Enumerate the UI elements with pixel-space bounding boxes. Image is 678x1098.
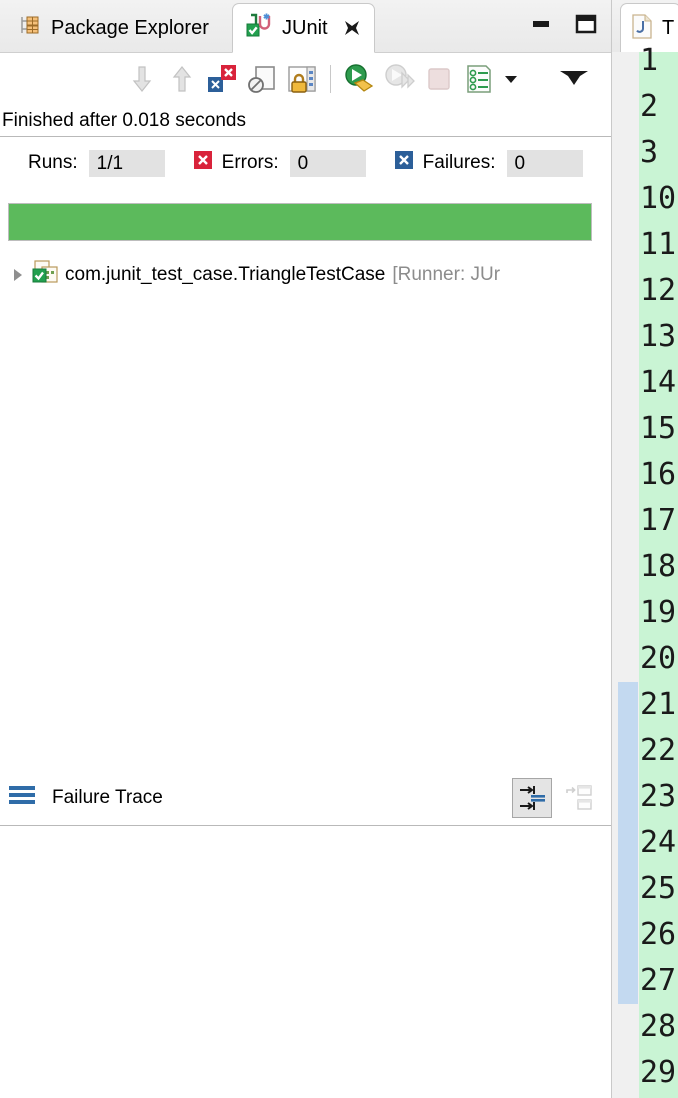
minimize-icon[interactable] bbox=[530, 13, 552, 40]
view-menu-button[interactable] bbox=[554, 59, 594, 99]
code-line-numbers: 1 2 3 10 11 12 13 14 15 16 17 18 19 20 21 22 23 24 25 26 27 2… bbox=[639, 43, 678, 1098]
line-number: 27 bbox=[640, 963, 677, 998]
runs-label: Runs: bbox=[28, 152, 78, 173]
line-number: 3 bbox=[640, 135, 659, 170]
maximize-icon[interactable] bbox=[574, 12, 598, 41]
line-number: 23 bbox=[640, 779, 677, 814]
failure-trace-content[interactable] bbox=[0, 826, 612, 1098]
failure-trace-title: Failure Trace bbox=[52, 786, 163, 808]
next-failure-button[interactable] bbox=[122, 59, 162, 99]
toolbar-separator bbox=[330, 65, 331, 93]
test-progress-bar bbox=[8, 203, 592, 241]
rerun-failed-button[interactable] bbox=[379, 59, 419, 99]
junit-view: Package Explorer JUnit Finished after 0.… bbox=[0, 0, 612, 1098]
line-number: 18 bbox=[640, 549, 677, 584]
test-runner-label: [Runner: JUr bbox=[392, 264, 501, 285]
compare-result-button[interactable] bbox=[558, 778, 598, 818]
runs-value: 1/1 bbox=[88, 149, 165, 177]
line-number: 19 bbox=[640, 595, 677, 630]
failures-value: 0 bbox=[506, 149, 583, 177]
status-line: Finished after 0.018 seconds bbox=[0, 105, 612, 137]
line-number: 10 bbox=[640, 181, 677, 216]
line-number: 14 bbox=[640, 365, 677, 400]
line-number: 11 bbox=[640, 227, 677, 262]
failure-x-icon bbox=[394, 150, 414, 176]
junit-icon bbox=[245, 12, 273, 44]
line-number: 29 bbox=[640, 1055, 677, 1090]
line-number: 13 bbox=[640, 319, 677, 354]
line-number: 2 bbox=[640, 89, 659, 124]
line-number: 15 bbox=[640, 411, 677, 446]
tab-label: JUnit bbox=[282, 16, 328, 39]
test-class-name: com.junit_test_case.TriangleTestCase bbox=[65, 264, 386, 285]
line-number: 16 bbox=[640, 457, 677, 492]
test-results-tree[interactable]: com.junit_test_case.TriangleTestCase [Ru… bbox=[0, 253, 612, 723]
tree-row[interactable]: com.junit_test_case.TriangleTestCase [Ru… bbox=[0, 259, 612, 291]
errors-value: 0 bbox=[289, 149, 366, 177]
line-number: 24 bbox=[640, 825, 677, 860]
editor-gutter: 1 2 3 10 11 12 13 14 15 16 17 18 19 20 21 22 23 24 25 26 27 2… bbox=[612, 43, 678, 1098]
line-number: 20 bbox=[640, 641, 677, 676]
line-number: 1 bbox=[640, 43, 659, 78]
editor-tab-label: T bbox=[662, 17, 675, 39]
failure-trace-actions bbox=[512, 777, 612, 818]
test-class-passed-icon bbox=[32, 259, 60, 291]
lock-button[interactable] bbox=[282, 59, 322, 99]
line-number: 26 bbox=[640, 917, 677, 952]
progress-bar-container bbox=[0, 189, 612, 253]
failure-trace-header: Failure Trace bbox=[0, 770, 612, 826]
errors-label: Errors: bbox=[221, 152, 279, 173]
tab-label: Package Explorer bbox=[51, 16, 209, 39]
stack-lines-icon bbox=[8, 783, 38, 812]
rerun-test-button[interactable] bbox=[339, 59, 379, 99]
package-explorer-icon bbox=[18, 13, 42, 43]
line-number: 22 bbox=[640, 733, 677, 768]
stop-button[interactable] bbox=[419, 59, 459, 99]
line-number: 21 bbox=[640, 687, 677, 722]
line-number: 25 bbox=[640, 871, 677, 906]
eclipse-workbench: Package Explorer JUnit Finished after 0.… bbox=[0, 0, 678, 1098]
view-tab-bar: Package Explorer JUnit bbox=[0, 0, 612, 53]
error-x-icon bbox=[193, 150, 213, 176]
test-run-history-button[interactable] bbox=[459, 59, 499, 99]
tab-package-explorer[interactable]: Package Explorer bbox=[6, 4, 221, 52]
line-number: 28 bbox=[640, 1009, 677, 1044]
counters-bar: Runs: 1/1 Errors: 0 Failures: 0 bbox=[0, 137, 612, 189]
close-icon[interactable] bbox=[342, 18, 362, 38]
view-window-buttons bbox=[530, 0, 598, 52]
failures-label: Failures: bbox=[422, 152, 496, 173]
line-number: 17 bbox=[640, 503, 677, 538]
show-failures-only-button[interactable] bbox=[202, 59, 242, 99]
changed-lines-marker[interactable] bbox=[618, 682, 638, 1004]
line-number: 12 bbox=[640, 273, 677, 308]
scroll-lock-button[interactable] bbox=[242, 59, 282, 99]
editor-area: T 1 2 3 10 11 12 13 14 15 16 17 18 19 20 21 22 23 24 25 26 2… bbox=[612, 0, 678, 1098]
progress-bar-fill bbox=[9, 204, 591, 240]
previous-failure-button[interactable] bbox=[162, 59, 202, 99]
expand-arrow-icon[interactable] bbox=[10, 267, 32, 283]
junit-toolbar bbox=[0, 53, 612, 105]
tab-junit[interactable]: JUnit bbox=[232, 3, 375, 53]
filter-stack-trace-button[interactable] bbox=[512, 777, 552, 818]
history-dropdown-button[interactable] bbox=[499, 59, 523, 99]
